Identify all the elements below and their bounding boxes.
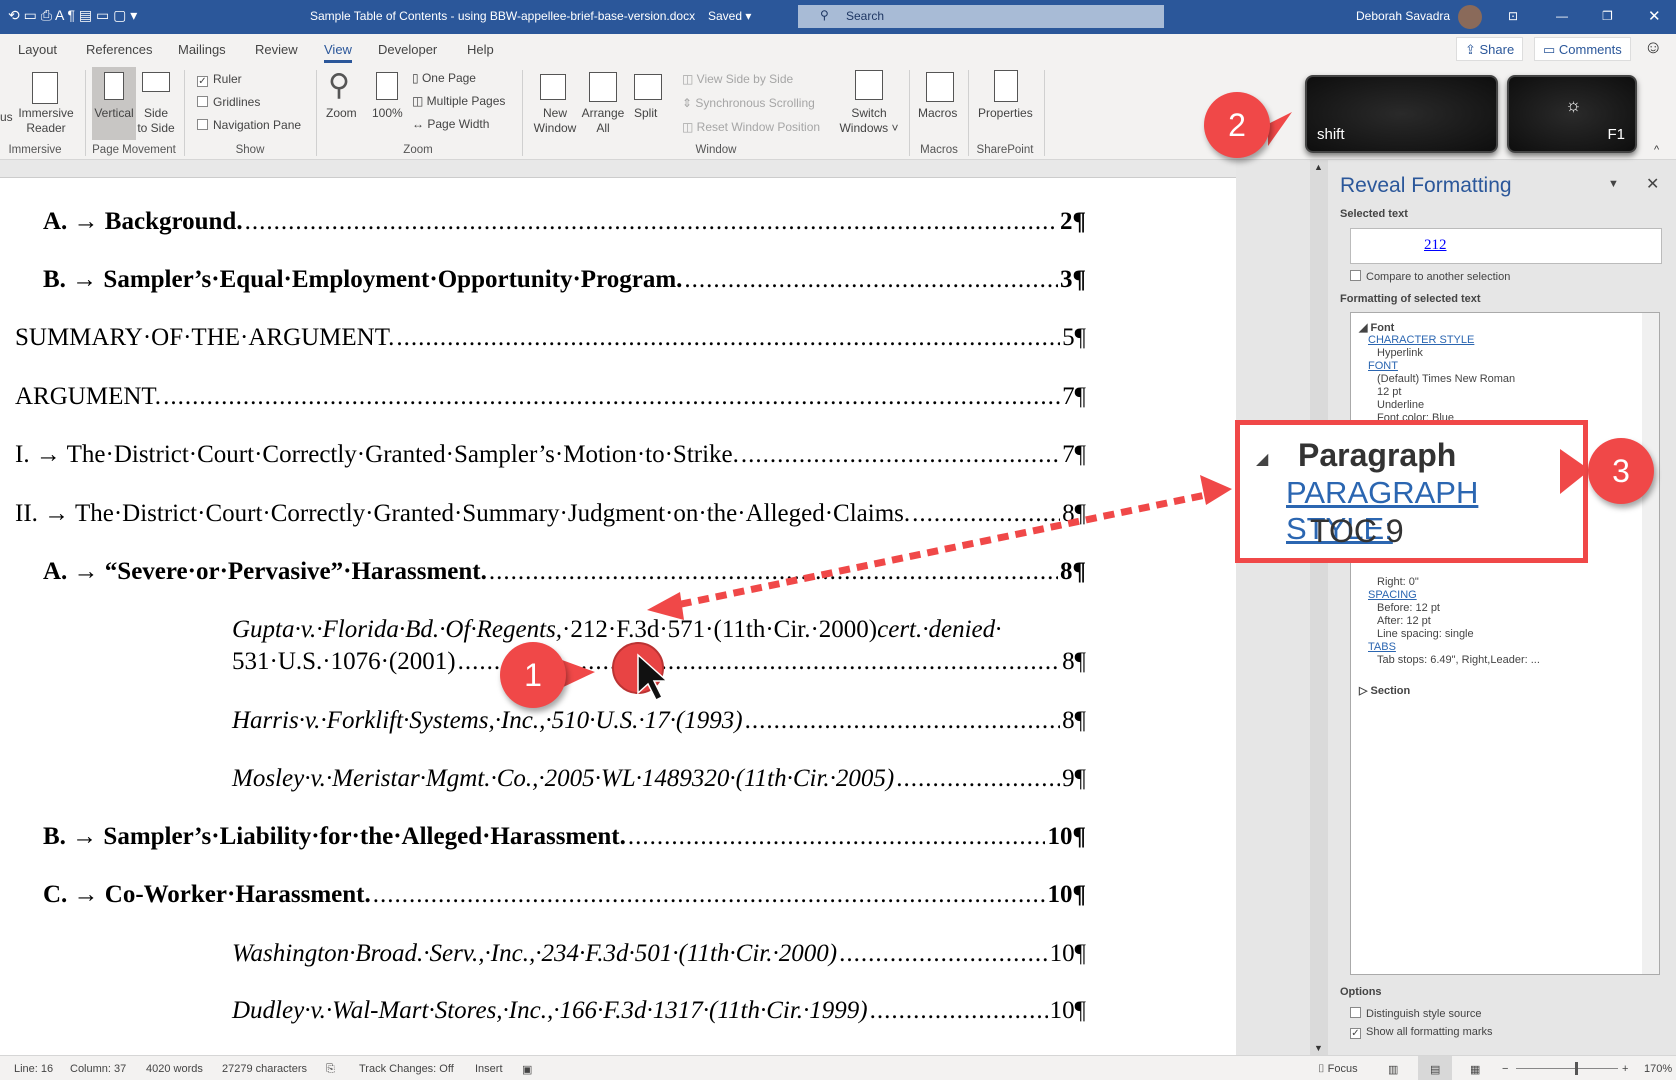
callout-3: 3 (1588, 438, 1654, 504)
read-mode-icon[interactable]: ▥ (1388, 1063, 1398, 1076)
print-layout-button[interactable]: ▤ (1418, 1056, 1452, 1080)
callout-arrow (540, 112, 1590, 702)
zoom-out-icon[interactable]: − (1502, 1063, 1508, 1075)
print-layout-icon: ▤ (1430, 1064, 1441, 1076)
status-line[interactable]: Line: 16 (14, 1063, 53, 1075)
status-characters[interactable]: 27279 characters (222, 1063, 307, 1075)
macro-record-icon[interactable]: ▣ (522, 1063, 532, 1076)
zoom-slider-thumb[interactable] (1574, 1062, 1578, 1075)
status-track-changes[interactable]: Track Changes: Off (359, 1063, 454, 1075)
status-column[interactable]: Column: 37 (70, 1063, 126, 1075)
status-bar: Line: 16 Column: 37 4020 words 27279 cha… (0, 1055, 1676, 1080)
focus-mode-button[interactable]: ⌷ Focus (1318, 1063, 1358, 1076)
callout-2: 2 (1204, 92, 1270, 158)
zoom-slider[interactable] (1516, 1062, 1618, 1075)
zoom-level[interactable]: 170% (1644, 1063, 1672, 1075)
proofing-icon[interactable]: ⎘ (326, 1063, 335, 1076)
web-layout-icon[interactable]: ▦ (1470, 1063, 1480, 1076)
callout-1: 1 (500, 642, 566, 708)
status-insert[interactable]: Insert (475, 1063, 503, 1075)
focus-label: Focus (1327, 1063, 1358, 1075)
status-words[interactable]: 4020 words (146, 1063, 203, 1075)
zoom-in-icon[interactable]: + (1622, 1063, 1628, 1075)
